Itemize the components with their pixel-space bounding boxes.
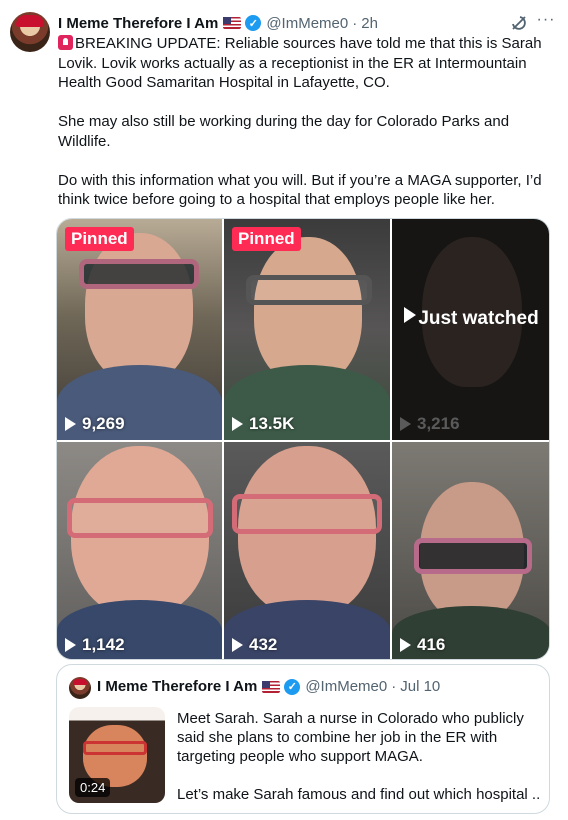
author-name[interactable]: I Meme Therefore I Am (58, 15, 218, 32)
verified-badge-icon: ✓ (245, 15, 262, 31)
quoted-date[interactable]: Jul 10 (400, 678, 440, 695)
video-tile[interactable]: Pinned 13.5K (224, 219, 390, 440)
us-flag-icon (223, 17, 242, 29)
quoted-video-thumbnail[interactable]: 0:24 (69, 707, 165, 803)
pinned-badge: Pinned (232, 227, 301, 251)
view-count: 9,269 (65, 414, 125, 434)
view-count: 416 (400, 635, 445, 655)
view-count: 432 (232, 635, 277, 655)
author-handle[interactable]: @ImMeme0 (266, 15, 348, 32)
play-icon (400, 638, 411, 652)
quoted-tweet-header: I Meme Therefore I Am ✓ @ImMeme0 · Jul 1… (97, 678, 440, 695)
play-icon (232, 638, 243, 652)
video-tile[interactable]: 1,142 (57, 442, 222, 659)
video-tile[interactable]: Pinned 9,269 (57, 219, 222, 440)
more-icon[interactable]: ··· (536, 10, 556, 30)
grok-icon[interactable] (510, 14, 528, 32)
siren-emoji-icon (58, 35, 73, 50)
pinned-badge: Pinned (65, 227, 134, 251)
quoted-tweet-text: Meet Sarah. Sarah a nurse in Colorado wh… (177, 709, 539, 804)
tweet-paragraph: Do with this information what you will. … (58, 171, 542, 209)
quoted-author-handle[interactable]: @ImMeme0 (305, 678, 387, 695)
separator-dot: · (352, 14, 358, 32)
video-tile[interactable]: 432 (224, 442, 390, 659)
play-icon (65, 638, 76, 652)
play-icon (232, 417, 243, 431)
quoted-author-name[interactable]: I Meme Therefore I Am (97, 678, 257, 695)
tweet-header: I Meme Therefore I Am ✓ @ImMeme0 · 2h (58, 12, 556, 34)
just-watched-overlay: Just watched (392, 307, 549, 330)
media-grid[interactable]: Pinned 9,269 Pinned 13.5K Just watched 3… (56, 218, 550, 660)
quoted-avatar[interactable] (69, 677, 91, 699)
view-count: 1,142 (65, 635, 125, 655)
red-hat (73, 679, 87, 685)
tweet-paragraph: She may also still be working during the… (58, 113, 510, 150)
tweet-time[interactable]: 2h (361, 15, 378, 32)
view-count: 13.5K (232, 414, 294, 434)
quoted-paragraph: Meet Sarah. Sarah a nurse in Colorado wh… (177, 710, 524, 765)
video-tile[interactable]: 416 (392, 442, 549, 659)
video-tile[interactable]: Just watched 3,216 (392, 219, 549, 440)
video-duration: 0:24 (75, 778, 111, 797)
quoted-tweet[interactable]: I Meme Therefore I Am ✓ @ImMeme0 · Jul 1… (56, 664, 550, 814)
play-icon (404, 307, 417, 323)
video-frame (83, 741, 147, 755)
play-icon (400, 417, 411, 431)
tweet-paragraph: BREAKING UPDATE: Reliable sources have t… (58, 35, 542, 91)
red-hat (16, 15, 44, 27)
view-count: 3,216 (400, 414, 460, 434)
play-icon (65, 417, 76, 431)
avatar[interactable] (10, 12, 50, 52)
us-flag-icon (262, 680, 281, 693)
verified-badge-icon: ✓ (284, 678, 301, 695)
separator-dot: · (391, 678, 397, 695)
quoted-paragraph: Let’s make Sarah famous and find out whi… (177, 786, 539, 803)
tweet-text: BREAKING UPDATE: Reliable sources have t… (58, 34, 548, 210)
